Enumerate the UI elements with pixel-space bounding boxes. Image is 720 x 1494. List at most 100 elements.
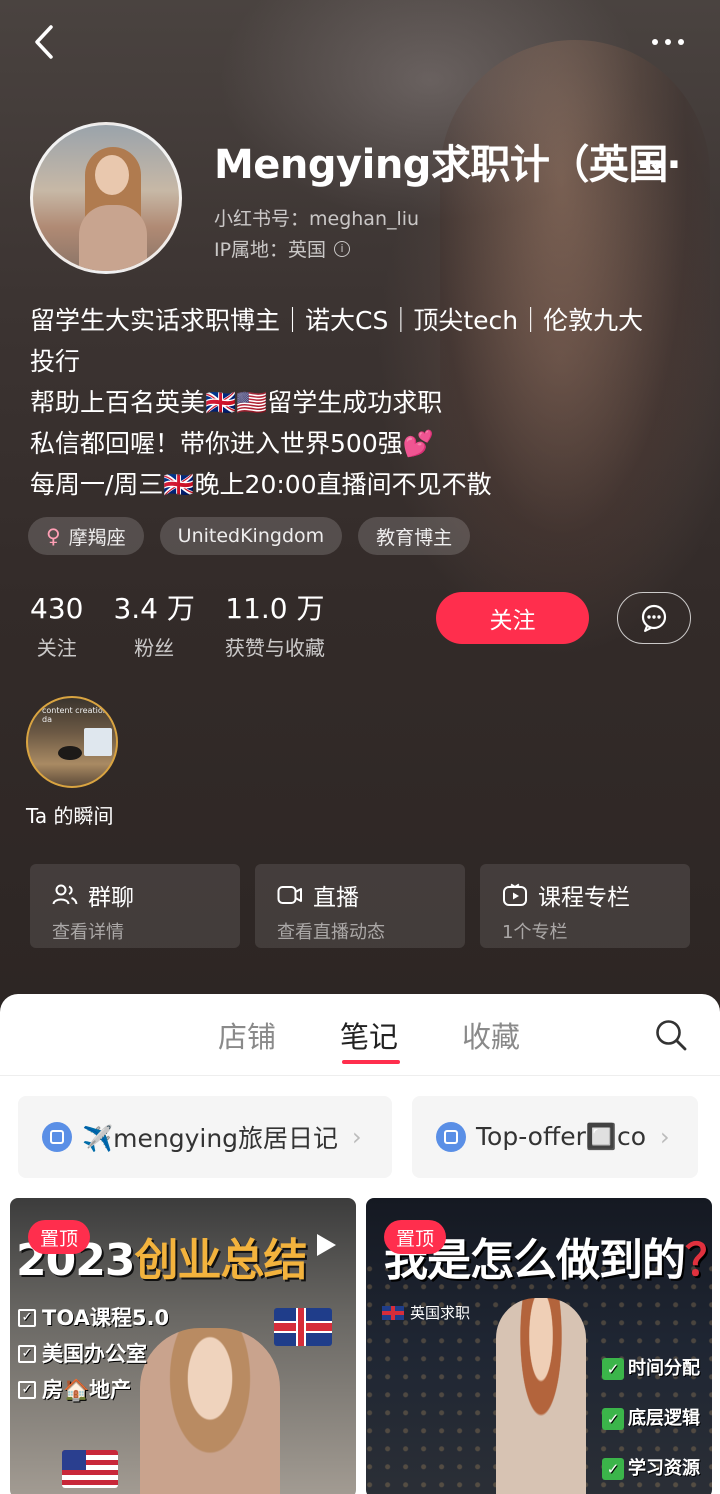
tab-collect[interactable]: 收藏: [462, 1014, 520, 1056]
top-bar: [0, 0, 720, 90]
tag-category[interactable]: 教育博主: [358, 517, 471, 555]
collection-travel-diary[interactable]: ✈️mengying旅居日记 ›: [18, 1096, 392, 1178]
note-title-mark: ？: [685, 1235, 712, 1286]
dot-icon: [678, 39, 684, 45]
stat-label: 获赞与收藏: [224, 636, 325, 660]
stat-label: 关注: [36, 636, 77, 660]
dot-icon: [652, 39, 658, 45]
content-sheet: 店铺 笔记 收藏 ✈️mengying旅居日记 › Top-offer🔲co ›…: [0, 994, 720, 1494]
region-text: 英国求职: [410, 1304, 471, 1322]
back-button[interactable]: [24, 22, 64, 62]
bio-line: 私信都回喔！带你进入世界500强💕: [30, 429, 434, 458]
note-region-label: 英国求职: [382, 1302, 470, 1323]
us-flag-icon: [62, 1450, 118, 1488]
note-title-highlight: 创业总结: [134, 1235, 307, 1286]
feature-subtitle: 查看详情: [52, 922, 124, 943]
follow-button[interactable]: 关注: [436, 592, 589, 644]
chevron-right-icon: ›: [660, 1123, 670, 1151]
info-icon[interactable]: i: [334, 240, 351, 257]
moment-caption: content creation da: [42, 706, 108, 724]
moment-label: Ta 的瞬间: [26, 804, 114, 828]
checkbox-icon: ✓: [18, 1309, 36, 1327]
tab-shop[interactable]: 店铺: [218, 1014, 276, 1056]
course-play-icon: [503, 883, 527, 906]
stat-value: 11.0 万: [225, 592, 325, 625]
dot-icon: [665, 39, 671, 45]
point-item: 学习资源: [628, 1458, 700, 1479]
search-icon[interactable]: [654, 1018, 688, 1052]
bio-line: 帮助上百名英美🇬🇧🇺🇸留学生成功求职: [30, 388, 443, 417]
uk-flag-icon: [382, 1305, 404, 1320]
pinned-badge: 置顶: [384, 1220, 447, 1254]
green-check-icon: ✓: [602, 1358, 624, 1380]
laptop-screen: [84, 728, 112, 756]
stat-value: 430: [30, 592, 84, 625]
note-card[interactable]: 置顶 2023创业总结 ✓ TOA课程5.0 ✓ 美国办公室 ✓ 房🏠地产: [10, 1198, 356, 1494]
chevron-left-icon: [35, 25, 53, 59]
feature-cards: 群聊 查看详情 直播 查看直播动态 课程专栏 1个专栏: [30, 864, 690, 948]
red-id: 小红书号：meghan_liu: [214, 204, 419, 231]
feature-live[interactable]: 直播 查看直播动态: [255, 864, 465, 948]
notes-grid: 置顶 2023创业总结 ✓ TOA课程5.0 ✓ 美国办公室 ✓ 房🏠地产 置顶 我是…: [10, 1198, 712, 1494]
female-icon: ♀: [46, 524, 61, 548]
chevron-right-icon: ›: [352, 1123, 362, 1151]
feature-title: 课程专栏: [538, 885, 630, 911]
tag-zodiac[interactable]: ♀ 摩羯座: [28, 517, 144, 555]
pinned-badge: 置顶: [28, 1220, 91, 1254]
collection-icon: [42, 1122, 72, 1152]
avatar[interactable]: [30, 122, 182, 274]
active-tab-indicator: [342, 1060, 400, 1064]
feature-course[interactable]: 课程专栏 1个专栏: [480, 864, 690, 948]
profile-username: Mengying求职计（英国: [214, 142, 668, 188]
checklist-item: 美国办公室: [42, 1342, 147, 1366]
collection-label: ✈️mengying旅居日记: [82, 1124, 339, 1153]
username-ellipsis: ...: [636, 132, 682, 178]
avatar-face: [95, 155, 129, 195]
note-collections: ✈️mengying旅居日记 › Top-offer🔲co ›: [18, 1096, 698, 1178]
bio-line: 投行: [30, 347, 81, 376]
profile-bio: 留学生大实话求职博主｜诺大CS｜顶尖tech｜伦敦九大 投行 帮助上百名英美🇬🇧…: [30, 300, 690, 505]
profile-stats: 430 关注 3.4 万 粉丝 11.0 万 获赞与收藏: [30, 592, 355, 661]
bio-line: 每周一/周三🇬🇧晚上20:00直播间不见不散: [30, 470, 492, 499]
coffee-cup: [58, 746, 82, 760]
ip-location: IP属地：英国 i: [214, 235, 351, 262]
chat-bubble-icon: [641, 604, 667, 632]
point-item: 底层逻辑: [628, 1408, 700, 1429]
profile-tags: ♀ 摩羯座 UnitedKingdom 教育博主: [28, 517, 471, 555]
feature-subtitle: 查看直播动态: [277, 922, 385, 943]
checkbox-icon: ✓: [18, 1345, 36, 1363]
feature-title: 直播: [313, 885, 359, 911]
collection-top-offer[interactable]: Top-offer🔲co ›: [412, 1096, 698, 1178]
note-card[interactable]: 置顶 我是怎么做到的？ 英国求职 ✓时间分配 ✓底层逻辑 ✓学习资源: [366, 1198, 712, 1494]
red-id-text: 小红书号：meghan_liu: [214, 208, 420, 230]
avatar-body: [79, 205, 147, 271]
checkbox-icon: ✓: [18, 1381, 36, 1399]
feature-title: 群聊: [88, 885, 134, 911]
stat-following[interactable]: 430 关注: [30, 592, 83, 661]
tag-location[interactable]: UnitedKingdom: [159, 517, 343, 555]
note-points: ✓ 时间分配 ✓ 底层逻辑 ✓ 学习资源: [602, 1344, 700, 1494]
note-checklist: ✓ TOA课程5.0 ✓ 美国办公室 ✓ 房🏠地产: [18, 1300, 169, 1408]
group-icon: [52, 884, 78, 905]
stat-value: 3.4 万: [113, 592, 195, 625]
note-cover-person: [496, 1298, 586, 1494]
content-tabs: 店铺 笔记 收藏: [0, 994, 720, 1076]
tab-notes[interactable]: 笔记: [340, 1014, 398, 1056]
collection-icon: [436, 1122, 466, 1152]
bio-line: 留学生大实话求职博主｜诺大CS｜顶尖tech｜伦敦九大: [30, 306, 644, 335]
more-options-button[interactable]: [640, 24, 696, 60]
tag-label: 教育博主: [376, 526, 453, 549]
feature-subtitle: 1个专栏: [502, 922, 568, 943]
feature-group-chat[interactable]: 群聊 查看详情: [30, 864, 240, 948]
tag-label: UnitedKingdom: [177, 525, 325, 547]
green-check-icon: ✓: [602, 1458, 624, 1480]
moment-thumbnail: content creation da: [26, 696, 118, 788]
stat-followers[interactable]: 3.4 万 粉丝: [113, 592, 194, 661]
green-check-icon: ✓: [602, 1408, 624, 1430]
checklist-item: 房🏠地产: [42, 1378, 132, 1402]
video-camera-icon: [277, 886, 302, 904]
stat-likes[interactable]: 11.0 万 获赞与收藏: [225, 592, 325, 661]
moment-story[interactable]: content creation da Ta 的瞬间: [26, 696, 126, 829]
checklist-item: TOA课程5.0: [42, 1306, 170, 1330]
message-button[interactable]: [617, 592, 691, 644]
